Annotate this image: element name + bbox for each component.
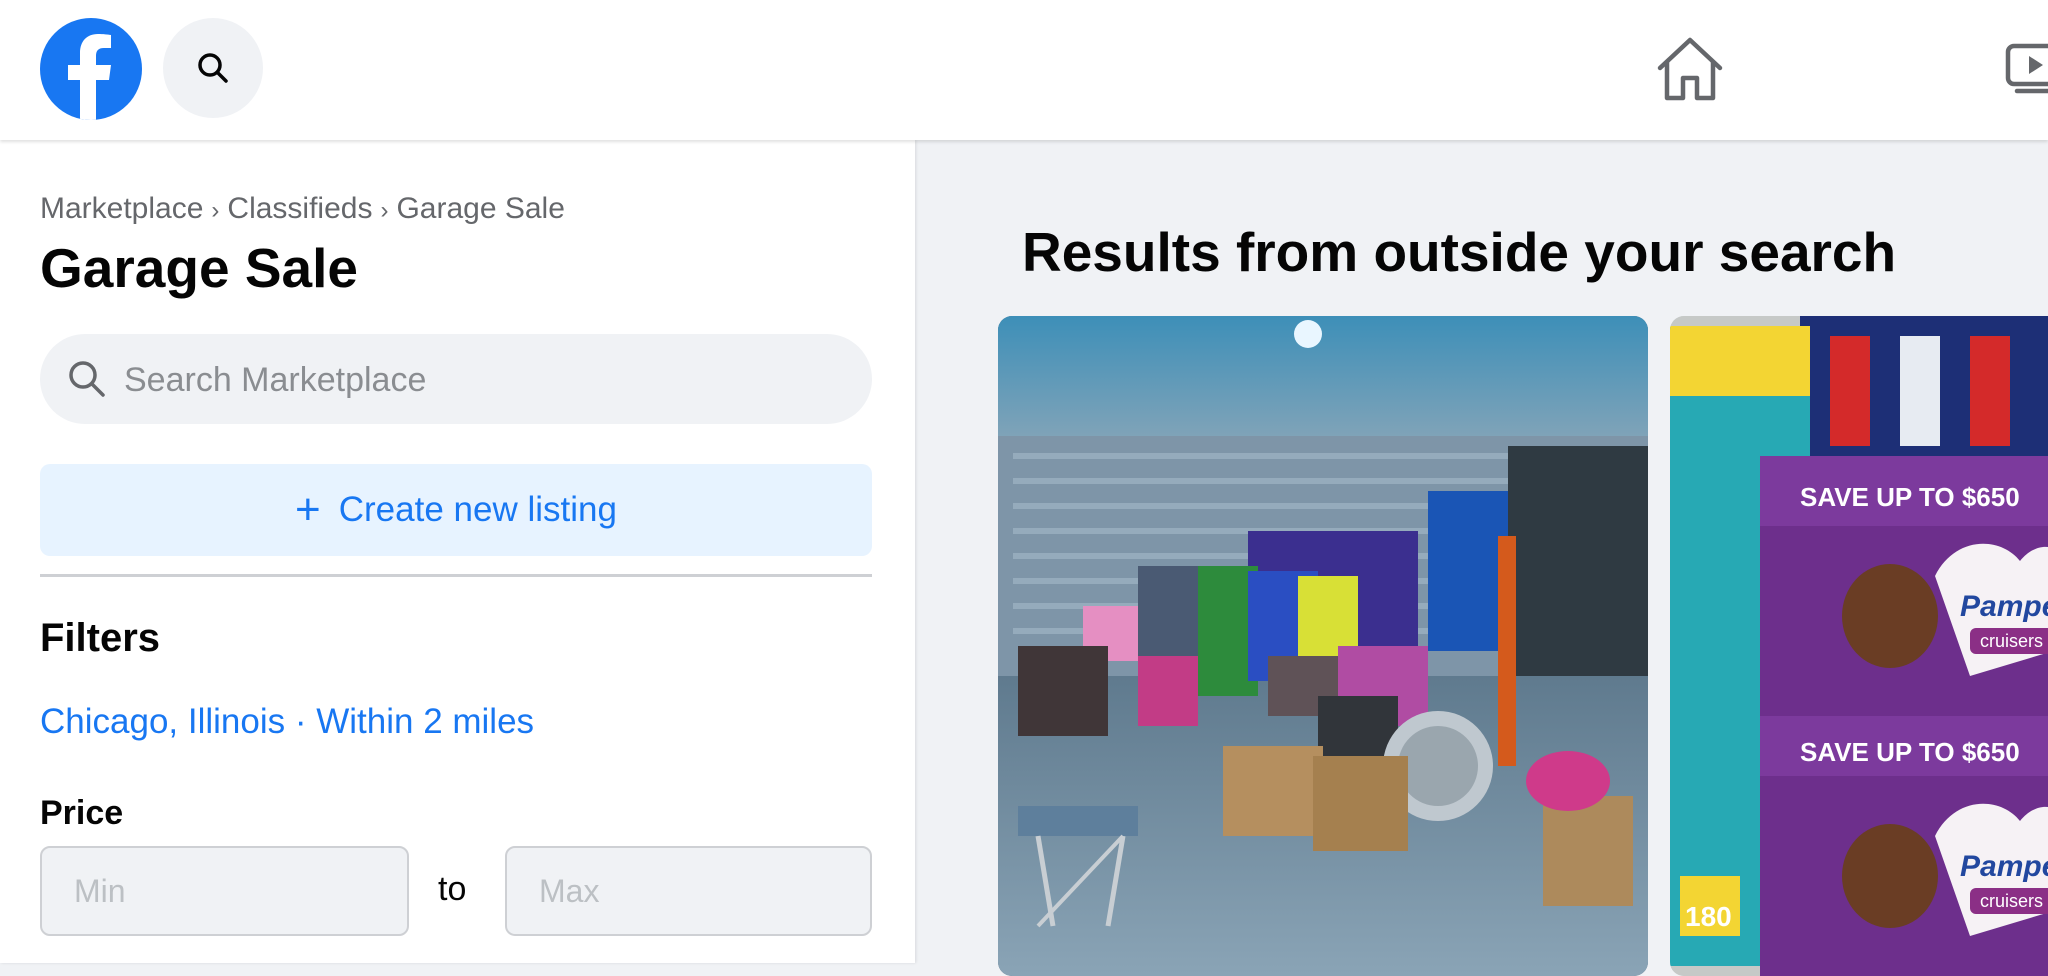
breadcrumb: Marketplace › Classifieds › Garage Sale (40, 192, 565, 226)
price-range-separator: to (438, 870, 467, 908)
location-filter-link[interactable]: Chicago, Illinois · Within 2 miles (40, 702, 534, 742)
price-min-input[interactable] (40, 846, 409, 936)
plus-icon: + (295, 485, 321, 534)
svg-text:SAVE UP TO $650: SAVE UP TO $650 (1800, 482, 2020, 512)
breadcrumb-marketplace[interactable]: Marketplace (40, 192, 203, 225)
facebook-logo-icon[interactable] (40, 18, 142, 120)
search-icon (69, 361, 105, 397)
breadcrumb-separator: › (380, 197, 389, 224)
pampers-diaper-boxes-photo: 180 SAVE UP TO $650 Pampers cruisers SAV… (1670, 316, 2048, 976)
price-max-input[interactable] (505, 846, 872, 936)
create-new-listing-label: Create new listing (338, 490, 617, 529)
svg-text:Pampers: Pampers (1960, 850, 2048, 883)
svg-text:cruisers: cruisers (1980, 631, 2043, 651)
garage-sale-items-photo (998, 316, 1648, 976)
home-icon[interactable] (1652, 34, 1728, 106)
video-icon[interactable] (2005, 38, 2048, 98)
svg-text:cruisers: cruisers (1980, 891, 2043, 911)
listing-card-pampers-diapers[interactable]: 180 SAVE UP TO $650 Pampers cruisers SAV… (1670, 316, 2048, 976)
divider (40, 574, 872, 577)
search-input[interactable] (122, 334, 846, 426)
marketplace-search (40, 334, 872, 426)
svg-text:Pampers: Pampers (1960, 590, 2048, 623)
breadcrumb-garage-sale[interactable]: Garage Sale (396, 192, 564, 225)
svg-text:SAVE UP TO $650: SAVE UP TO $650 (1800, 737, 2020, 767)
search-icon (198, 53, 228, 83)
breadcrumb-separator: › (211, 197, 220, 224)
filters-heading: Filters (40, 616, 161, 660)
results-heading: Results from outside your search (1022, 221, 1897, 283)
price-label: Price (40, 794, 124, 832)
page-title: Garage Sale (40, 237, 358, 299)
create-new-listing-button[interactable]: + Create new listing (40, 464, 872, 556)
listing-card-garage-sale-items[interactable] (998, 316, 1648, 976)
svg-text:180: 180 (1685, 901, 1732, 932)
top-navigation-bar (0, 0, 2048, 140)
marketplace-sidebar: Marketplace › Classifieds › Garage Sale Gara… (0, 140, 915, 963)
breadcrumb-classifieds[interactable]: Classifieds (227, 192, 372, 225)
search-button[interactable] (163, 18, 263, 118)
